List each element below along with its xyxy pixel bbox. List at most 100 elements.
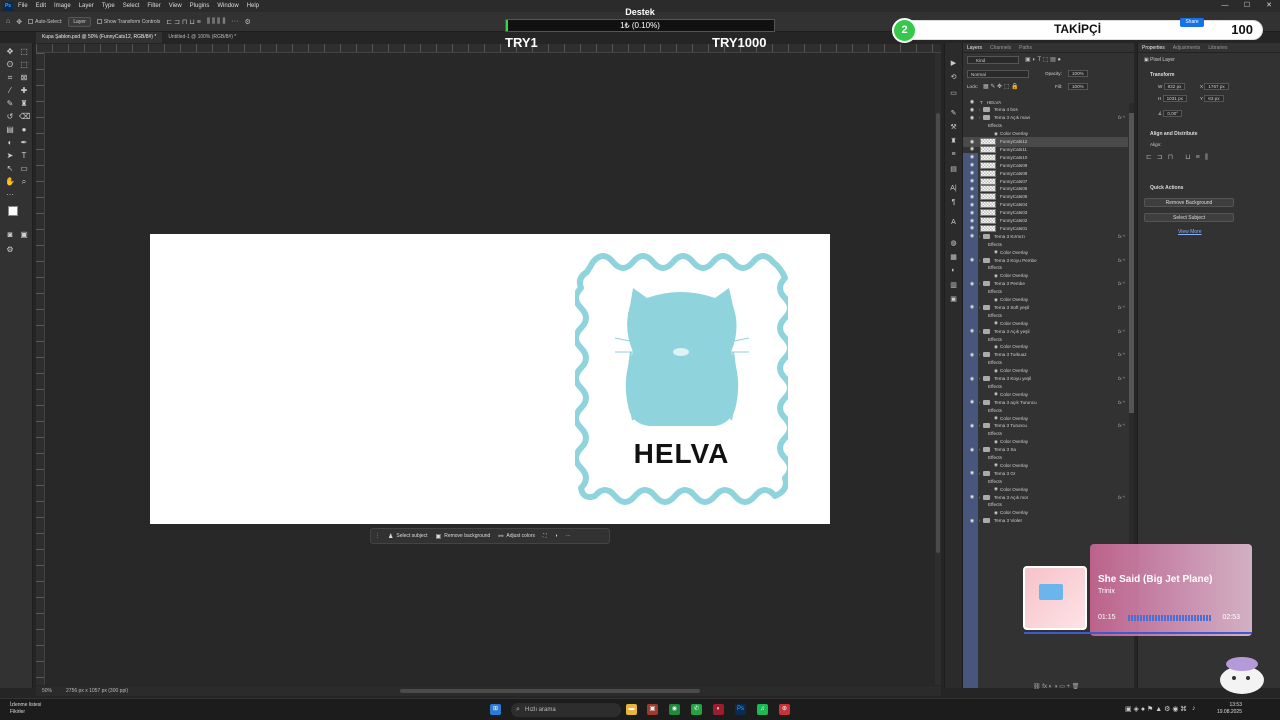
edit-toolbar-icon[interactable]: ⚙ [5, 245, 15, 255]
mask-icon[interactable]: ◑ [555, 533, 558, 539]
more-icon[interactable]: ··· [232, 18, 239, 25]
eyedropper-tool-icon[interactable]: ⁄ [5, 86, 15, 96]
glyphs-icon[interactable]: A [948, 219, 959, 226]
auto-select-checkbox[interactable]: Auto-Select: [28, 19, 62, 25]
home-icon[interactable]: ⌂ [6, 18, 10, 25]
dodge-tool-icon[interactable]: ◐ [5, 138, 15, 148]
tab-untitled[interactable]: Untitled-1 @ 100% (RGB/8#) * [162, 32, 242, 43]
network-icon[interactable]: ⌘ [1180, 705, 1187, 713]
expand-chevron-icon[interactable]: › [976, 329, 983, 334]
rectangle-tool-icon[interactable]: ▭ [19, 164, 29, 174]
tab-properties[interactable]: Properties [1138, 43, 1169, 52]
menu-type[interactable]: Type [102, 3, 115, 9]
crop-tool-icon[interactable]: ⌗ [5, 73, 15, 83]
path-select-icon[interactable]: ➤ [5, 151, 15, 161]
expand-chevron-icon[interactable]: › [976, 447, 983, 452]
spotify-icon[interactable]: ♫ [757, 704, 768, 715]
align-icons[interactable]: ⊏ ⊐ ⊓ ⊔ ≡ [166, 18, 201, 26]
direct-select-icon[interactable]: ↖ [5, 164, 15, 174]
lock-icons[interactable]: ▦ ✎ ✥ ⬚ 🔒 [983, 83, 1019, 90]
expand-chevron-icon[interactable]: › [976, 281, 983, 286]
taskbar-search[interactable]: ⌕ Hızlı arama [511, 703, 621, 717]
expand-chevron-icon[interactable]: › [976, 518, 983, 523]
layer-filter-dropdown[interactable]: Kind [967, 56, 1019, 64]
blend-mode-dropdown[interactable]: Normal [967, 70, 1029, 78]
fx-icon[interactable]: fx ^ [1118, 376, 1125, 381]
menu-filter[interactable]: Filter [147, 3, 160, 9]
more-tools-icon[interactable]: ··· [5, 190, 15, 200]
tab-libraries[interactable]: Libraries [1204, 43, 1231, 52]
expand-chevron-icon[interactable]: › [976, 305, 983, 310]
menu-plugins[interactable]: Plugins [190, 3, 210, 9]
menu-image[interactable]: Image [54, 3, 71, 9]
object-select-tool-icon[interactable]: ⬚ [19, 60, 29, 70]
quick-mask-icon[interactable]: ◙ [5, 230, 15, 240]
fx-icon[interactable]: fx ^ [1118, 115, 1125, 120]
tab-layers[interactable]: Layers [963, 43, 986, 52]
frame-tool-icon[interactable]: ⊠ [19, 73, 29, 83]
stamp-artwork[interactable]: HELVA [573, 248, 793, 510]
expand-chevron-icon[interactable]: › [976, 352, 983, 357]
history-icon[interactable]: ⟲ [948, 73, 959, 81]
move-tool-icon[interactable]: ✥ [16, 18, 22, 26]
file-explorer-icon[interactable]: ▬ [626, 704, 637, 715]
play-icon[interactable]: ▶ [948, 59, 959, 67]
menu-help[interactable]: Help [247, 3, 259, 9]
healing-brush-icon[interactable]: ✚ [19, 86, 29, 96]
history-brush-icon[interactable]: ↺ [5, 112, 15, 122]
minimize-button[interactable]: — [1214, 0, 1236, 12]
share-button[interactable]: Share [1180, 18, 1204, 27]
news-widget[interactable]: İzlenme listesi Fikirler [10, 702, 41, 716]
artboard-tool-icon[interactable]: ⬚ [19, 47, 29, 57]
gear-icon[interactable]: ⚙ [245, 18, 251, 26]
comment-icon[interactable]: ▭ [948, 89, 959, 97]
drag-handle-icon[interactable]: ⋮ [375, 533, 380, 539]
visibility-eye-icon[interactable]: ◉ [968, 518, 976, 524]
menu-select[interactable]: Select [123, 3, 140, 9]
fx-icon[interactable]: fx ^ [1118, 234, 1125, 239]
tab-channels[interactable]: Channels [986, 43, 1015, 52]
select-subject-button[interactable]: ♟ Select subject [388, 533, 428, 540]
windows-start-icon[interactable]: ⊞ [490, 704, 501, 715]
app-icon-3[interactable]: ⊛ [779, 704, 790, 715]
fx-icon[interactable]: fx ^ [1118, 495, 1125, 500]
menu-view[interactable]: View [169, 3, 182, 9]
width-field[interactable]: W 832 px [1158, 83, 1186, 90]
height-field[interactable]: H 1031 px [1158, 95, 1187, 102]
color-icon[interactable]: ◍ [948, 239, 959, 247]
clone-source-icon[interactable]: ♜ [948, 137, 959, 145]
move-tool-icon[interactable]: ✥ [5, 47, 15, 57]
fx-icon[interactable]: fx ^ [1118, 258, 1125, 263]
gradient-tool-icon[interactable]: ▤ [5, 125, 15, 135]
foreground-color-swatch[interactable] [8, 206, 18, 216]
eraser-tool-icon[interactable]: ⌫ [19, 112, 30, 122]
expand-chevron-icon[interactable]: › [976, 376, 983, 381]
app-icon-2[interactable]: ◐ [713, 704, 724, 715]
app-icon-1[interactable]: ▣ [647, 704, 658, 715]
brush-settings-icon[interactable]: ✎ [948, 109, 959, 117]
lasso-tool-icon[interactable]: ʘ [5, 60, 15, 70]
expand-chevron-icon[interactable]: › [976, 107, 983, 112]
angle-field[interactable]: ∡ 0,00° [1158, 110, 1183, 117]
fx-icon[interactable]: fx ^ [1118, 352, 1125, 357]
screen-mode-icon[interactable]: ▣ [19, 230, 29, 240]
menu-layer[interactable]: Layer [79, 3, 94, 9]
navigator-icon[interactable]: ▣ [948, 295, 959, 303]
expand-chevron-icon[interactable]: › [976, 234, 983, 239]
fx-icon[interactable]: fx ^ [1118, 305, 1125, 310]
layer-comps-icon[interactable]: ▤ [948, 165, 959, 173]
opacity-field[interactable]: 100% [1068, 70, 1088, 77]
paragraph-icon[interactable]: ¶ [948, 199, 959, 206]
system-clock[interactable]: 13:53 19.08.2025 [1217, 702, 1242, 716]
canvas-vertical-scrollbar[interactable] [935, 53, 941, 685]
zoom-level[interactable]: 50% [42, 688, 52, 694]
select-subject-quick-button[interactable]: Select Subject [1144, 213, 1234, 222]
transform-controls-checkbox[interactable]: Show Transform Controls [96, 19, 160, 25]
y-field[interactable]: Y 63 px [1200, 95, 1224, 102]
brush-tool-icon[interactable]: ✎ [5, 99, 15, 109]
libraries-icon[interactable]: ▥ [948, 281, 959, 289]
maximize-button[interactable]: ☐ [1236, 0, 1258, 12]
expand-chevron-icon[interactable]: › [976, 471, 983, 476]
swatches-icon[interactable]: ▦ [948, 253, 959, 261]
layer-row[interactable]: ◉ › Tema 3 Violet [963, 516, 1128, 526]
